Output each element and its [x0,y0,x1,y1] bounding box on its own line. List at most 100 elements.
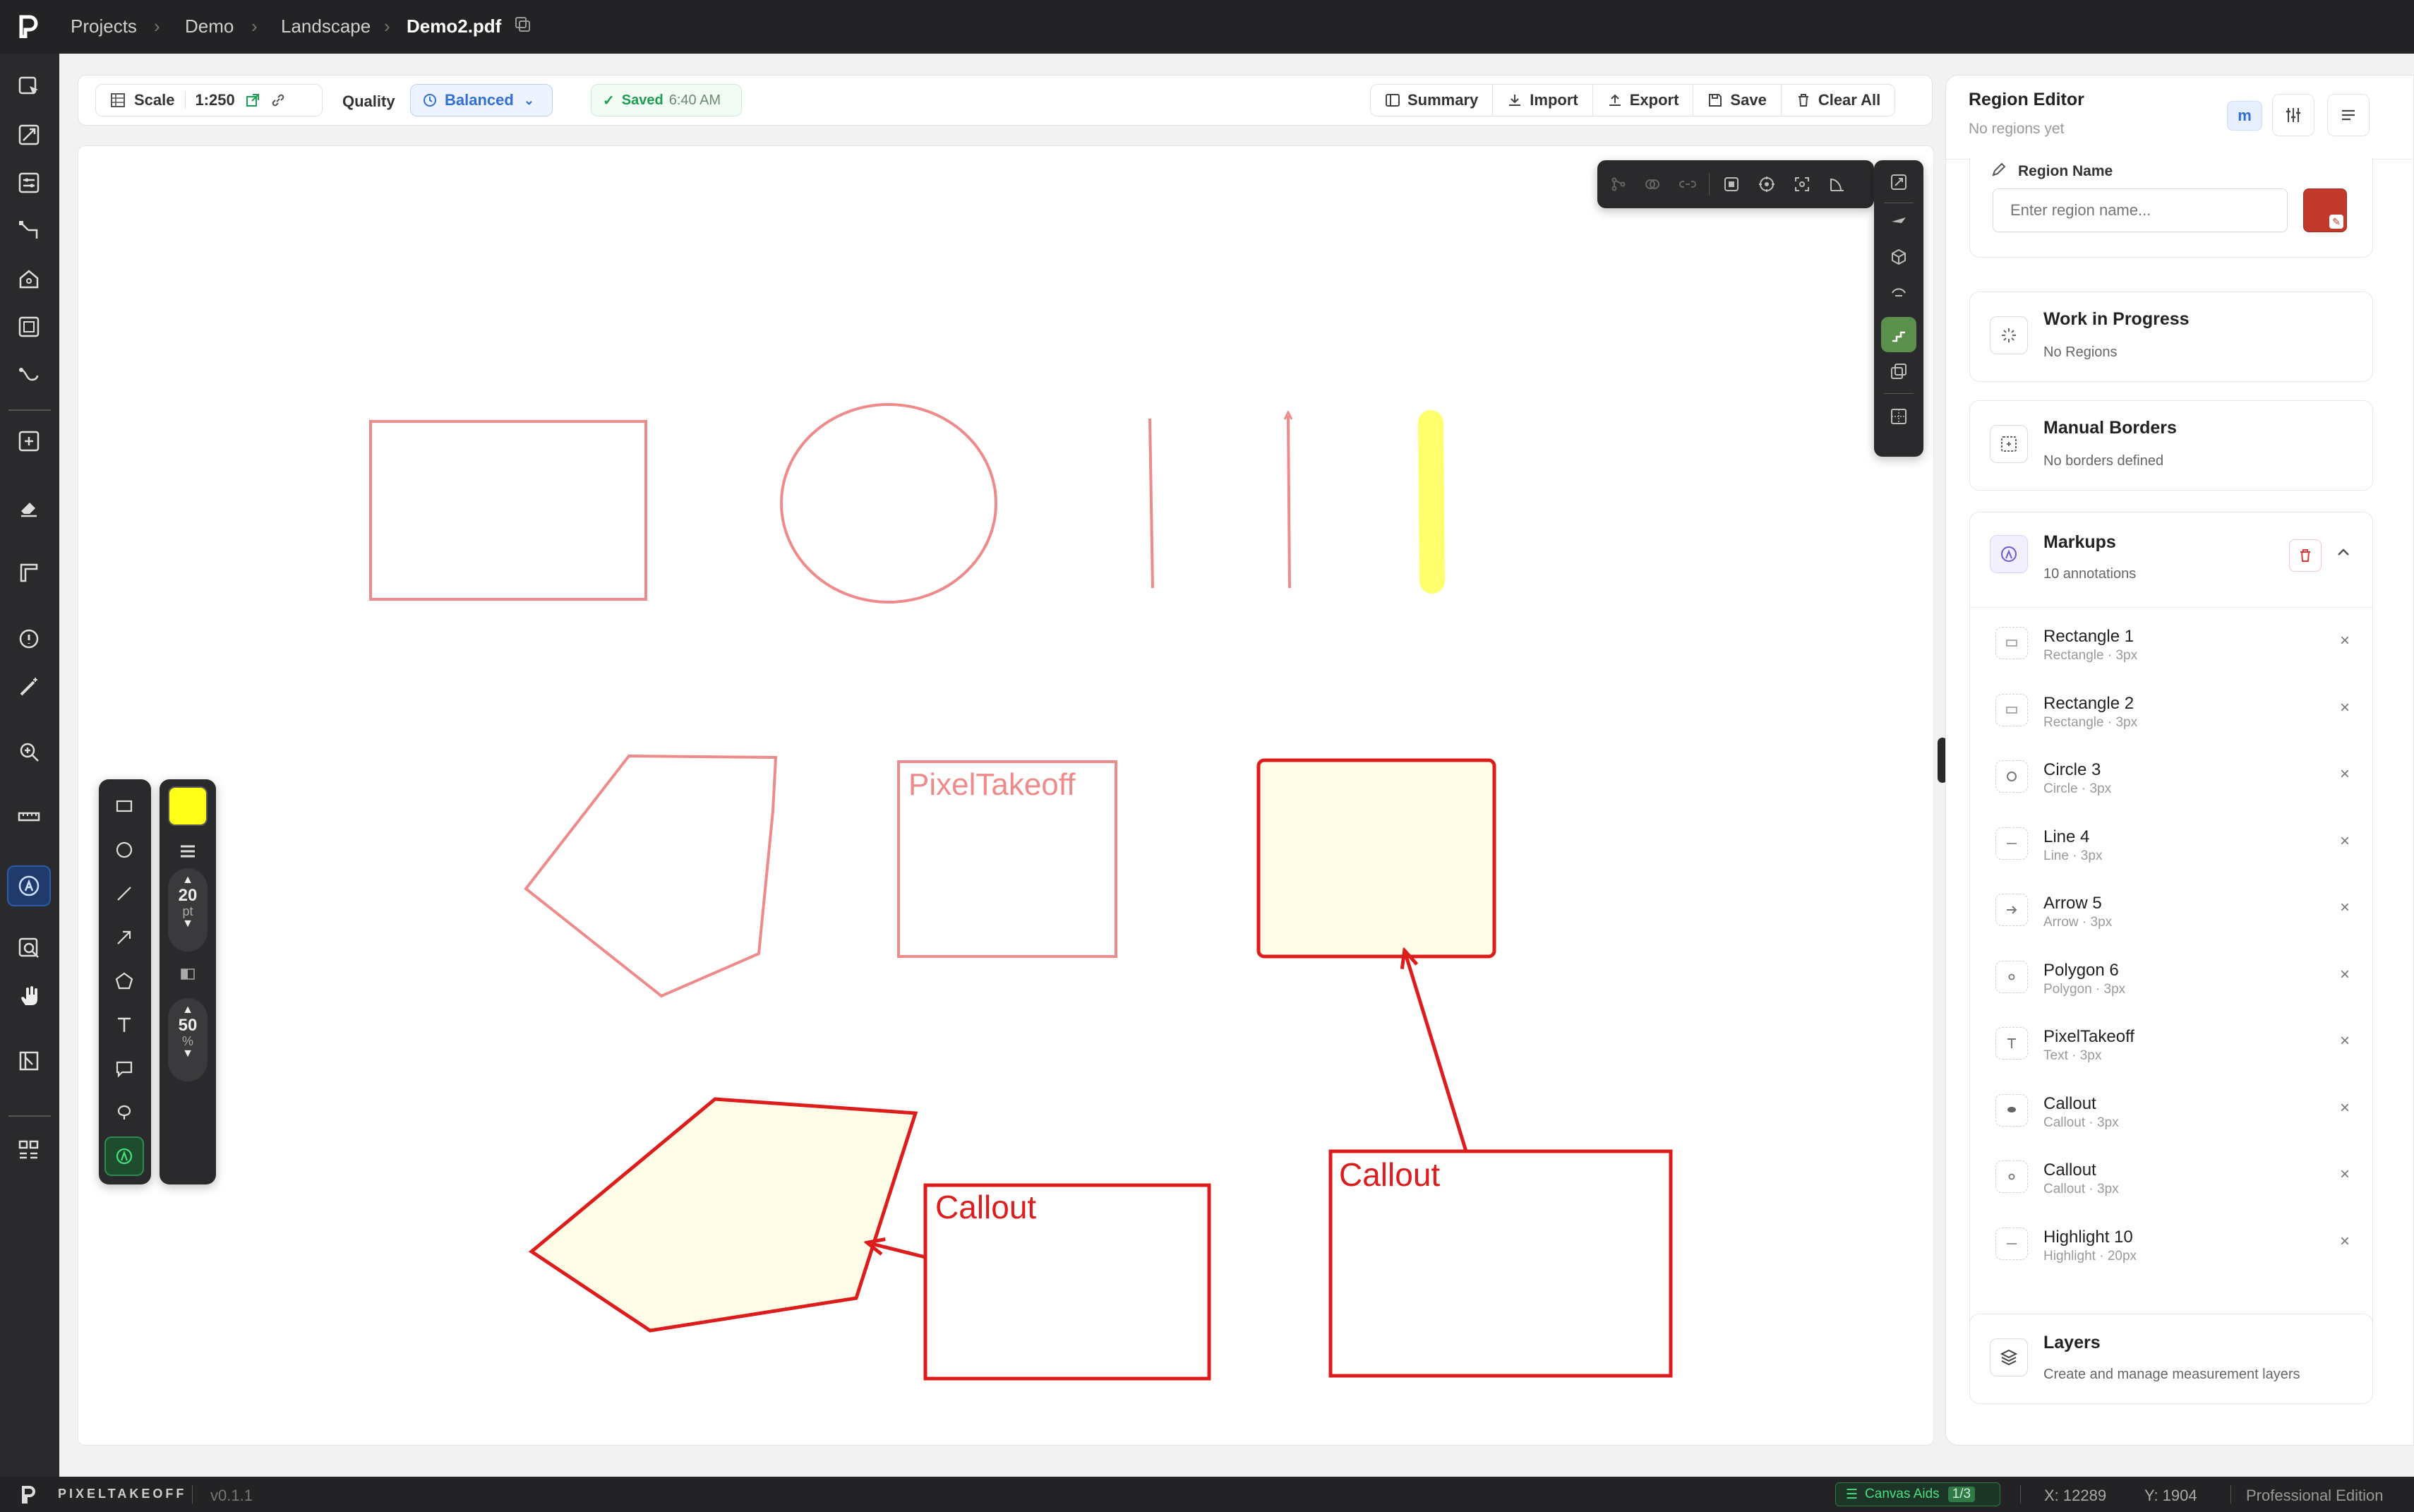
expand-icon[interactable] [1890,173,1908,191]
opacity-stepper[interactable]: ▲ 50 % ▼ [168,998,208,1081]
zoom-tool-icon[interactable] [13,736,45,768]
sliders-icon[interactable] [2272,94,2314,136]
callout-2-text[interactable]: Callout [1339,1156,1440,1194]
markup-tool-active[interactable] [7,865,51,906]
stepper-down-icon[interactable]: ▼ [168,1048,208,1060]
markup-list-item[interactable]: Circle 3 Circle · 3px × [1970,745,2372,811]
arc-icon[interactable] [1890,283,1908,301]
polygon-6-markup[interactable] [524,754,778,998]
book-tool-icon[interactable] [13,1045,45,1077]
callout-shape-tool[interactable] [104,1049,144,1088]
house-tool-icon[interactable] [13,263,45,295]
list-menu-icon[interactable] [2327,94,2370,136]
remove-markup-icon[interactable]: × [2340,1165,2350,1184]
stepper-up-icon[interactable]: ▲ [168,1004,208,1016]
region-name-input[interactable] [1993,188,2288,232]
eraser-tool-icon[interactable] [13,491,45,524]
chain-icon[interactable] [1679,176,1696,193]
layers-card[interactable]: Layers Create and manage measurement lay… [1969,1314,2373,1404]
frame-tool-icon[interactable] [13,311,45,343]
remove-markup-icon[interactable]: × [2340,1031,2350,1051]
callout-1-text[interactable]: Callout [935,1188,1036,1226]
callout-box-markup[interactable] [1256,758,1496,959]
markup-list-item[interactable]: Callout Callout · 3px × [1970,1145,2372,1211]
stop-icon[interactable] [1723,176,1740,193]
target-icon[interactable] [1758,176,1775,193]
collapse-chevron-icon[interactable] [2334,544,2353,562]
export-button[interactable]: Export [1593,85,1694,116]
line-4-markup[interactable] [1148,418,1154,589]
line-shape-tool[interactable] [104,874,144,913]
merge-icon[interactable] [1644,176,1661,193]
arrow-5-markup[interactable] [1288,416,1290,589]
circle-3-markup[interactable] [780,403,997,604]
markup-mode-tool[interactable] [104,1136,144,1176]
branch-icon[interactable] [1610,176,1627,193]
linear-tool-icon[interactable] [13,215,45,247]
remove-markup-icon[interactable]: × [2340,631,2350,651]
text-markup-pixeltakeoff[interactable]: PixelTakeoff [908,767,1075,803]
callout-2-leader[interactable] [1407,958,1468,1152]
stroke-style-icon[interactable] [178,841,198,861]
stepper-up-icon[interactable]: ▲ [168,874,208,887]
markup-list-item[interactable]: Callout Callout · 3px × [1970,1079,2372,1145]
remove-markup-icon[interactable]: × [2340,698,2350,718]
delete-markups-icon[interactable] [2289,539,2322,572]
layers-stack-icon[interactable] [1890,362,1908,380]
breadcrumb-projects[interactable]: Projects [71,16,137,37]
work-in-progress-card[interactable]: Work in Progress No Regions [1969,292,2373,382]
callout-1-leader[interactable] [875,1244,926,1259]
stepper-down-icon[interactable]: ▼ [168,918,208,930]
external-link-icon[interactable] [245,92,260,108]
scale-control[interactable]: Scale 1:250 [95,84,323,116]
mode-badge[interactable]: m [2227,101,2262,131]
opacity-icon[interactable] [178,964,198,984]
rectangle-shape-tool[interactable] [104,786,144,826]
rectangle-1-markup[interactable] [369,420,647,601]
adjust-tool-icon[interactable] [13,167,45,199]
count-tool-icon[interactable] [13,425,45,457]
markup-list-item[interactable]: Highlight 10 Highlight · 20px × [1970,1212,2372,1278]
manual-borders-card[interactable]: Manual Borders No borders defined [1969,400,2373,491]
inspect-tool-icon[interactable] [13,932,45,964]
breadcrumb-demo[interactable]: Demo [185,16,234,37]
breadcrumb-file[interactable]: Demo2.pdf [407,16,501,37]
summary-button[interactable]: Summary [1371,85,1494,116]
remove-markup-icon[interactable]: × [2340,1232,2350,1252]
info-tool-icon[interactable] [13,623,45,655]
grid-select-icon[interactable] [1890,407,1908,426]
markup-list-item[interactable]: Polygon 6 Polygon · 3px × [1970,945,2372,1012]
markup-list-item[interactable]: PixelTakeoff Text · 3px × [1970,1012,2372,1078]
drawing-canvas[interactable]: PixelTakeoff Callout Callout [78,145,1947,1446]
circle-shape-tool[interactable] [104,830,144,870]
hand-tool-icon[interactable] [13,980,45,1012]
remove-markup-icon[interactable]: × [2340,1098,2350,1118]
link-icon[interactable] [270,92,286,108]
markup-list-item[interactable]: Rectangle 2 Rectangle · 3px × [1970,678,2372,745]
save-button[interactable]: Save [1693,85,1782,116]
angle-icon[interactable] [1829,176,1846,193]
remove-markup-icon[interactable]: × [2340,898,2350,918]
remove-markup-icon[interactable]: × [2340,832,2350,851]
canvas-aids-toggle[interactable]: ☰ Canvas Aids 1/3 [1835,1482,2000,1506]
markup-list-item[interactable]: Arrow 5 Arrow · 3px × [1970,878,2372,944]
curve-tool-icon[interactable] [13,359,45,391]
size-stepper[interactable]: ▲ 20 pt ▼ [168,868,208,952]
area-tool-icon[interactable] [13,119,45,151]
cube-icon[interactable] [1890,248,1908,266]
quality-dropdown[interactable]: Balanced ⌄ [410,84,553,116]
select-tool-icon[interactable] [13,71,45,103]
ruler-tool-icon[interactable] [13,800,45,833]
color-swatch[interactable] [168,786,208,826]
import-button[interactable]: Import [1493,85,1593,116]
remove-markup-icon[interactable]: × [2340,965,2350,985]
app-logo-icon[interactable] [18,14,40,38]
plane-icon[interactable] [1890,211,1908,229]
region-color-picker[interactable]: ✎ [2303,188,2347,232]
stairs-tool-active[interactable] [1881,317,1916,352]
cloud-shape-tool[interactable] [104,1093,144,1132]
arrow-shape-tool[interactable] [104,918,144,957]
wall-tool-icon[interactable] [13,556,45,589]
highlight-10-markup[interactable] [1418,410,1445,594]
magic-tool-icon[interactable] [13,671,45,703]
